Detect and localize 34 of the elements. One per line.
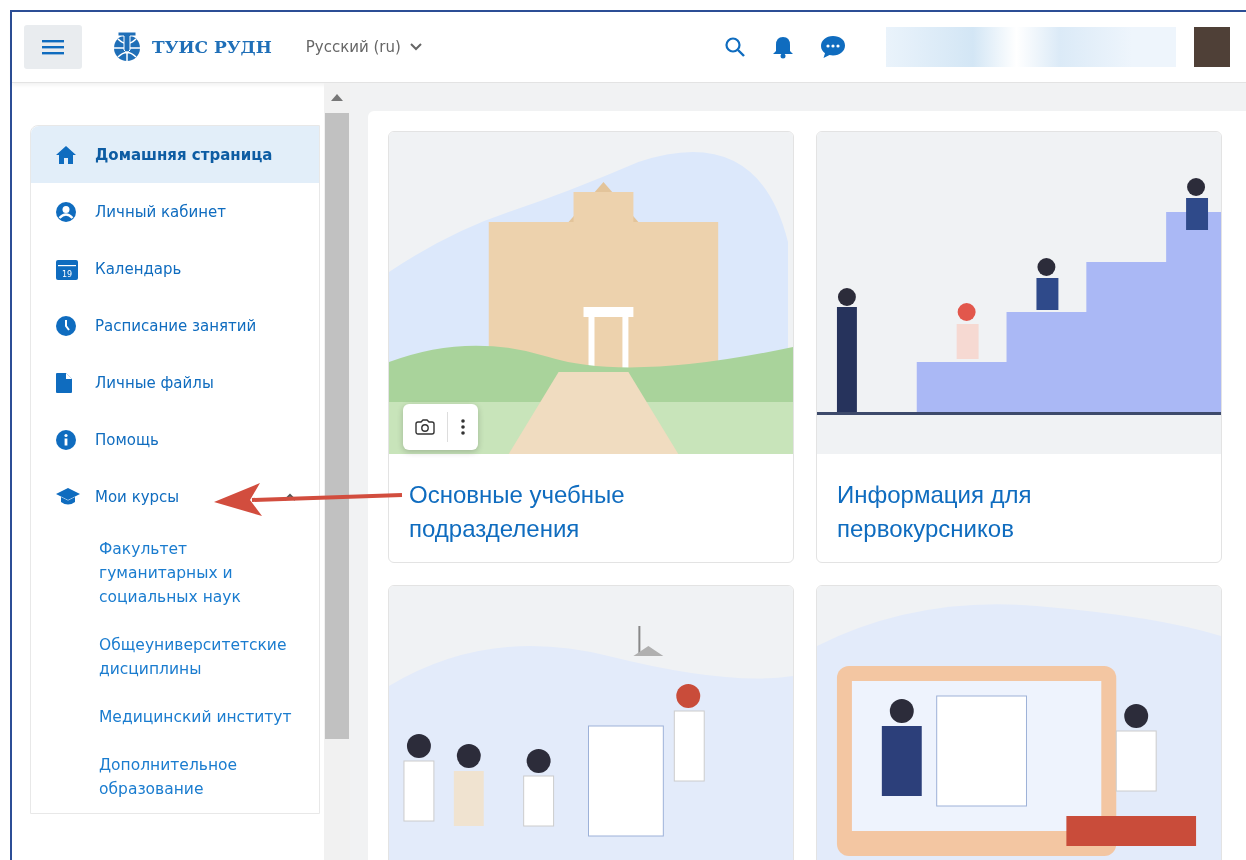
search-icon[interactable] [724, 36, 746, 58]
camera-icon[interactable] [415, 418, 435, 436]
menu-button[interactable] [24, 25, 82, 69]
info-icon [55, 428, 77, 451]
chevron-down-icon [408, 42, 423, 52]
category-card[interactable]: Информация для первокурсников [816, 131, 1222, 563]
nav-item[interactable]: Домашняя страница [31, 126, 320, 183]
nav-item[interactable]: Личные файлы [31, 354, 320, 411]
card-title[interactable]: Основные учебные подразделения [389, 454, 793, 562]
course-category-link[interactable]: Дополнительное образование [31, 741, 320, 813]
clock-icon [55, 314, 77, 337]
nav-item[interactable]: Помощь [31, 411, 320, 468]
menu-icon [42, 39, 64, 55]
nav-item[interactable]: 19 Календарь [31, 240, 320, 297]
language-selector[interactable]: Русский (ru) [301, 34, 427, 60]
user-icon [55, 200, 77, 223]
home-icon [55, 144, 77, 165]
scrollbar[interactable] [324, 83, 350, 860]
logo-text[interactable]: ТУИС РУДН [152, 37, 272, 57]
course-category-link[interactable]: Общеуниверситетские дисциплины [31, 621, 320, 693]
graduation-cap-icon [55, 486, 81, 507]
course-category-link[interactable]: Факультет гуманитарных и социальных наук [31, 525, 320, 621]
file-icon [55, 371, 73, 394]
chat-bubble-icon[interactable] [820, 35, 846, 59]
category-card[interactable]: Основные учебные подразделения [388, 131, 794, 563]
card-title[interactable]: Информация для первокурсников [817, 454, 1221, 562]
nav-item[interactable]: Расписание занятий [31, 297, 320, 354]
course-category-link[interactable]: Медицинский институт [31, 693, 320, 741]
more-options-icon[interactable] [460, 418, 466, 436]
scroll-up-icon[interactable] [331, 93, 344, 101]
bell-icon[interactable] [772, 35, 794, 59]
scroll-thumb[interactable] [325, 113, 350, 739]
nav-item[interactable]: Мои курсы [31, 468, 320, 525]
nav-item[interactable]: Личный кабинет [31, 183, 320, 240]
